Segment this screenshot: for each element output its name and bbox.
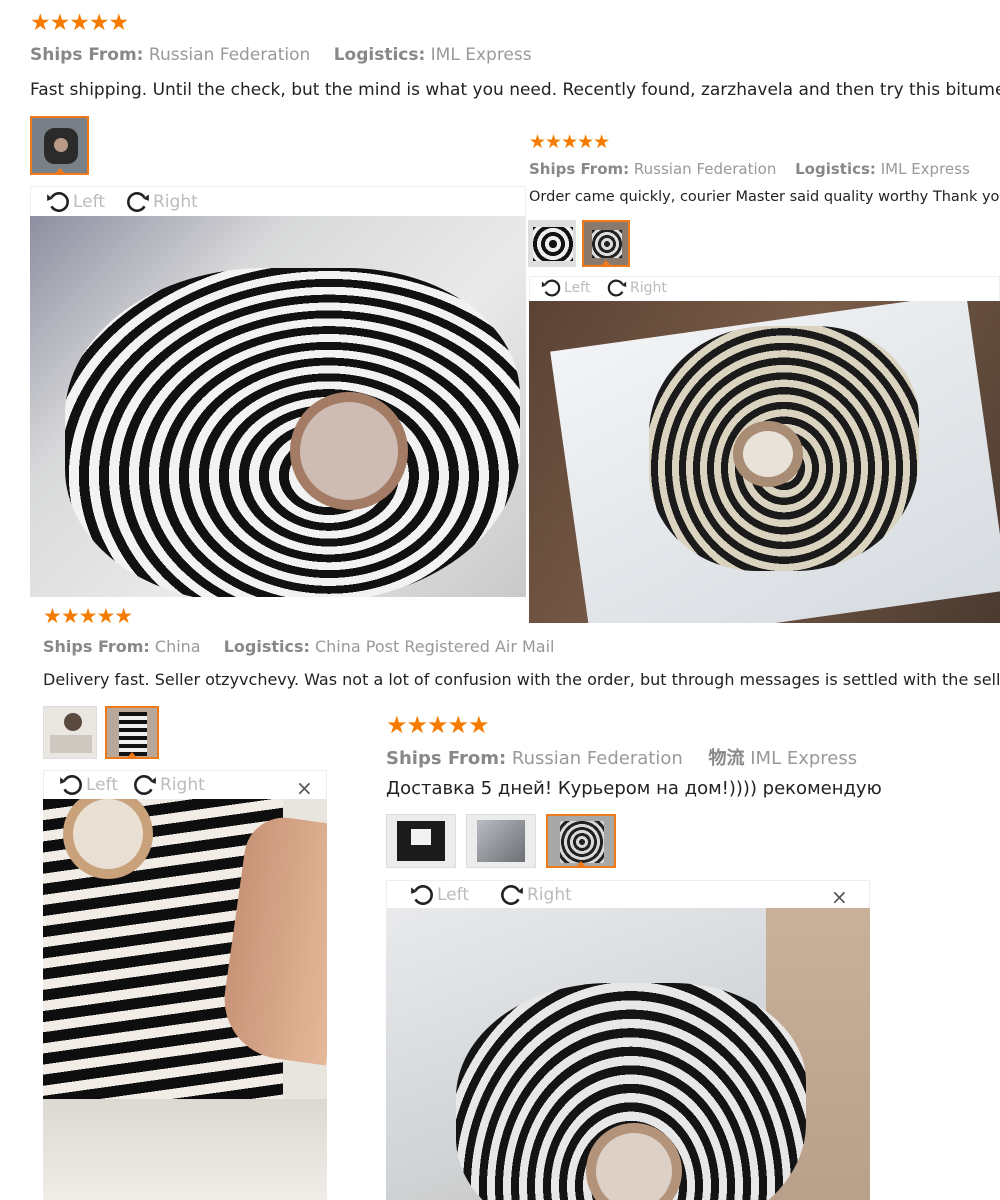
rating-stars: ★★★★★ [30, 10, 129, 36]
logistics-value: IML Express [750, 748, 858, 769]
rotate-left-button[interactable]: Left [45, 189, 105, 215]
ships-from-label: Ships From: [529, 160, 630, 178]
review-photo-thumbnail[interactable] [386, 814, 456, 868]
rotate-left-label: Left [564, 280, 591, 296]
logistics-value: China Post Registered Air Mail [314, 637, 555, 656]
shipping-info: Ships From: China Logistics: China Post … [43, 637, 555, 656]
logistics-value: IML Express [880, 160, 970, 178]
close-viewer-button[interactable]: × [831, 887, 848, 907]
logistics-value: IML Express [430, 45, 532, 65]
rotate-left-button[interactable]: Left [58, 772, 118, 798]
rotate-right-button[interactable]: Right [132, 772, 205, 798]
rotate-right-icon [125, 189, 151, 215]
rotate-left-icon [540, 277, 562, 299]
review-photo-thumbnail[interactable] [30, 116, 89, 175]
review-photo-large [43, 799, 327, 1200]
review-text: Fast shipping. Until the check, but the … [30, 80, 1000, 100]
review-text: Order came quickly, courier Master said … [529, 189, 1000, 205]
image-viewer-toolbar: Left Right × [43, 770, 327, 799]
image-viewer-toolbar: Left Right × [386, 880, 870, 908]
logistics-label: 物流 [708, 748, 745, 769]
ships-from-value: Russian Federation [633, 160, 777, 178]
rotate-right-icon [499, 882, 525, 908]
shipping-info: Ships From: Russian Federation Logistics… [30, 45, 532, 65]
rotate-left-icon [58, 772, 84, 798]
rotate-left-icon [45, 189, 71, 215]
rotate-right-label: Right [160, 775, 205, 795]
ships-from-value: Russian Federation [148, 45, 311, 65]
rotate-left-label: Left [86, 775, 118, 795]
review-photo-large [386, 908, 870, 1200]
rotate-right-label: Right [527, 885, 572, 905]
review-photo-thumbnail[interactable] [582, 220, 630, 267]
ships-from-value: Russian Federation [511, 748, 683, 769]
rating-stars: ★★★★★ [529, 131, 610, 153]
review-photo-thumbnail[interactable] [528, 220, 576, 267]
rating-stars: ★★★★★ [386, 711, 490, 739]
rotate-right-button[interactable]: Right [125, 189, 198, 215]
review-photo-thumbnail[interactable] [466, 814, 536, 868]
rotate-right-button[interactable]: Right [499, 882, 572, 908]
shipping-info: Ships From: Russian Federation Logistics… [529, 160, 970, 178]
review-photo-thumbnail[interactable] [546, 814, 616, 868]
ships-from-label: Ships From: [30, 45, 144, 65]
review-photo-large [529, 301, 1000, 623]
close-viewer-button[interactable]: × [296, 778, 313, 798]
rotate-left-label: Left [437, 885, 469, 905]
review-photo-large [30, 216, 526, 597]
image-viewer-toolbar: Left Right [529, 276, 1000, 301]
rotate-left-button[interactable]: Left [540, 277, 590, 299]
review-photo-thumbnail[interactable] [43, 706, 97, 759]
rotate-left-button[interactable]: Left [409, 882, 469, 908]
ships-from-label: Ships From: [386, 748, 507, 769]
rotate-right-icon [132, 772, 158, 798]
rotate-right-label: Right [153, 192, 198, 212]
logistics-label: Logistics: [795, 160, 876, 178]
logistics-label: Logistics: [223, 637, 310, 656]
rotate-right-icon [606, 277, 628, 299]
logistics-label: Logistics: [333, 45, 426, 65]
ships-from-label: Ships From: [43, 637, 150, 656]
ships-from-value: China [154, 637, 201, 656]
rotate-right-button[interactable]: Right [606, 277, 667, 299]
rotate-left-label: Left [73, 192, 105, 212]
review-text: Доставка 5 дней! Курьером на дом!)))) ре… [386, 778, 882, 799]
rotate-left-icon [409, 882, 435, 908]
review-photo-thumbnail[interactable] [105, 706, 159, 759]
shipping-info: Ships From: Russian Federation 物流 IML Ex… [386, 744, 857, 770]
review-text: Delivery fast. Seller otzyvchevy. Was no… [43, 670, 1000, 689]
image-viewer-toolbar: Left Right [30, 186, 526, 216]
rotate-right-label: Right [630, 280, 667, 296]
rating-stars: ★★★★★ [43, 604, 133, 628]
